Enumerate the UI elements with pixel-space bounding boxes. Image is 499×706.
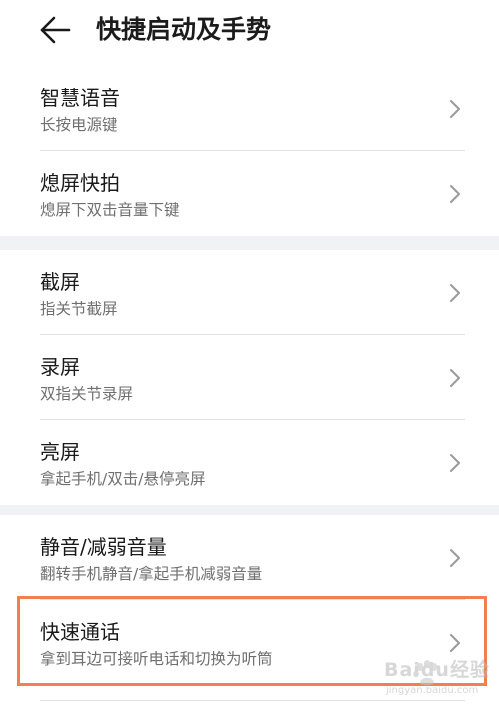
item-title: 亮屏 <box>40 440 80 464</box>
item-subtitle: 熄屏下双击音量下键 <box>40 201 180 219</box>
item-title: 截屏 <box>40 270 80 294</box>
item-subtitle: 双指关节录屏 <box>40 385 134 403</box>
chevron-right-icon <box>450 369 460 387</box>
chevron-right-icon <box>450 549 460 567</box>
page-title: 快捷启动及手势 <box>96 15 272 44</box>
item-title: 录屏 <box>40 355 80 379</box>
list-item-wake-screen[interactable]: 亮屏 拿起手机/双击/悬停亮屏 <box>0 420 499 505</box>
item-subtitle: 拿起手机/双击/悬停亮屏 <box>40 470 206 488</box>
item-title: 熄屏快拍 <box>40 171 120 195</box>
item-subtitle: 翻转手机静音/拿起手机减弱音量 <box>40 565 263 583</box>
chevron-right-icon <box>450 454 460 472</box>
baidu-watermark: Baidu经验 jingyan.baidu.com <box>384 655 496 705</box>
settings-group-1: 智慧语音 长按电源键 熄屏快拍 熄屏下双击音量下键 <box>0 66 499 236</box>
settings-group-2: 截屏 指关节截屏 录屏 双指关节录屏 亮屏 拿起手机/双击/悬停亮屏 <box>0 250 499 505</box>
watermark-brand: Baidu经验 <box>384 659 490 681</box>
chevron-right-icon <box>450 185 460 203</box>
list-item-screenshot[interactable]: 截屏 指关节截屏 <box>0 250 499 335</box>
item-title: 快速通话 <box>40 620 120 644</box>
item-title: 智慧语音 <box>40 86 120 110</box>
item-subtitle: 长按电源键 <box>40 116 118 134</box>
list-item-voice-assistant[interactable]: 智慧语音 长按电源键 <box>0 66 499 151</box>
watermark-url: jingyan.baidu.com <box>386 685 479 696</box>
chevron-right-icon <box>450 100 460 118</box>
item-subtitle: 拿到耳边可接听电话和切换为听筒 <box>40 650 273 668</box>
arrow-left-icon <box>40 16 71 44</box>
chevron-right-icon <box>450 634 460 652</box>
chevron-right-icon <box>450 284 460 302</box>
list-item-mute-reduce-volume[interactable]: 静音/减弱音量 翻转手机静音/拿起手机减弱音量 <box>0 515 499 600</box>
back-button[interactable] <box>38 12 74 48</box>
item-title: 静音/减弱音量 <box>40 535 167 559</box>
item-subtitle: 指关节截屏 <box>40 300 118 318</box>
title-bar: 快捷启动及手势 <box>0 0 499 62</box>
group-separator <box>0 236 499 250</box>
list-item-screen-off-snapshot[interactable]: 熄屏快拍 熄屏下双击音量下键 <box>0 151 499 236</box>
list-item-screen-record[interactable]: 录屏 双指关节录屏 <box>0 335 499 420</box>
